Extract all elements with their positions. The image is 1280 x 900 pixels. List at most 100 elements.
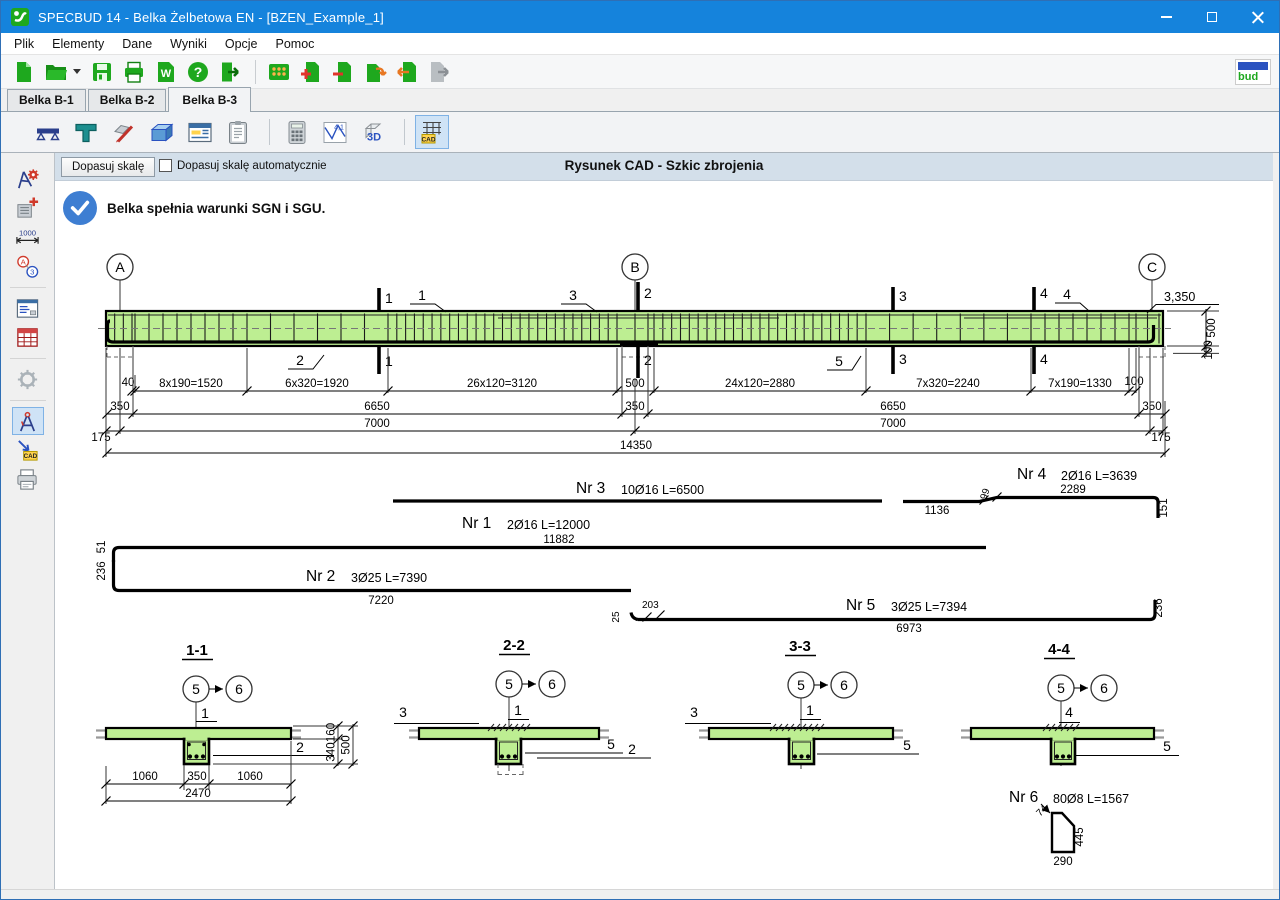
bar-number: Nr 5 — [846, 597, 875, 614]
dimensions-button[interactable]: 1000 — [12, 223, 44, 251]
specbud-logo: bud — [1235, 59, 1271, 85]
calculation-printout-button[interactable] — [280, 115, 314, 149]
bar-number: Nr 4 — [1017, 466, 1047, 483]
view-3d-button[interactable]: 3D — [356, 115, 390, 149]
status-bar — [1, 889, 1280, 900]
section-bar-ref: 5 — [1163, 738, 1171, 754]
report-button[interactable] — [221, 115, 255, 149]
print-drawing-button[interactable] — [12, 465, 44, 493]
exit-button[interactable] — [215, 57, 245, 87]
bar-spec: 3Ø25 L=7390 — [351, 571, 427, 585]
export-cad-button[interactable]: CAD — [12, 436, 44, 464]
tab-belka-b1[interactable]: Belka B-1 — [7, 89, 86, 111]
svg-text:A: A — [21, 257, 27, 266]
bar-nr1: Nr 1 2Ø16 L=12000 11882 51 236 — [96, 515, 986, 581]
steel-schedule-button[interactable] — [12, 323, 44, 351]
sketch-view-button[interactable] — [12, 407, 44, 435]
section-shape-button[interactable] — [69, 115, 103, 149]
minimize-button[interactable] — [1143, 1, 1189, 33]
copy-element-button[interactable] — [360, 57, 390, 87]
menu-elementy[interactable]: Elementy — [43, 35, 113, 53]
bar-nr6: Nr 6 80Ø8 L=1567 290 445 74 — [1009, 789, 1129, 868]
dim-label: 24x120=2880 — [725, 378, 795, 390]
add-drawing-element-button[interactable] — [12, 194, 44, 222]
drawing-options-button[interactable] — [12, 294, 44, 322]
settings-button[interactable] — [12, 365, 44, 393]
menu-opcje[interactable]: Opcje — [216, 35, 267, 53]
close-button[interactable] — [1235, 1, 1280, 33]
import-element-icon — [395, 60, 419, 84]
subtoolbar-separator — [269, 119, 270, 145]
bar-spec: 2Ø16 L=3639 — [1061, 469, 1137, 483]
bar-number: Nr 1 — [462, 515, 491, 532]
help-button[interactable]: ? — [183, 57, 213, 87]
view-header: Rysunek CAD - Szkic zbrojenia Dopasuj sk… — [55, 153, 1273, 181]
loads-3d-button[interactable] — [145, 115, 179, 149]
diagrams-button[interactable]: 4,1 — [318, 115, 352, 149]
bar-number: Nr 6 — [1009, 789, 1038, 806]
print-button[interactable] — [119, 57, 149, 87]
menu-wyniki[interactable]: Wyniki — [161, 35, 216, 53]
menu-plik[interactable]: Plik — [5, 35, 43, 53]
maximize-button[interactable] — [1189, 1, 1235, 33]
t-section-icon — [73, 119, 99, 146]
bar-spec: 80Ø8 L=1567 — [1053, 792, 1129, 806]
elements-list-button[interactable] — [264, 57, 294, 87]
export-word-button[interactable]: W — [151, 57, 181, 87]
view-3d-icon: 3D — [360, 119, 386, 146]
grid-axes: A B C — [107, 254, 1165, 310]
open-dropdown-arrow[interactable] — [73, 69, 81, 74]
bar-dim: 7220 — [368, 595, 394, 607]
section-3-3: 3-3 5 6 3 1 — [685, 638, 919, 769]
save-button[interactable] — [87, 57, 117, 87]
import-element-button[interactable] — [392, 57, 422, 87]
beam-scheme-button[interactable] — [31, 115, 65, 149]
section-bar-ref: 1 — [514, 702, 522, 718]
bar-ref-2: 2 — [296, 352, 304, 368]
section-bar-ref: 1 — [201, 705, 209, 721]
compass-gear-icon — [15, 167, 40, 192]
dim-label: 7x320=2240 — [916, 378, 980, 390]
cut-label: 4 — [1040, 351, 1048, 367]
options-form-icon — [15, 296, 40, 321]
autofit-checkbox[interactable] — [159, 159, 172, 172]
new-file-button[interactable] — [9, 57, 39, 87]
dim-label: 7x190=1330 — [1048, 378, 1112, 390]
section-bar-ref: 4 — [1065, 704, 1073, 720]
add-element-button[interactable] — [296, 57, 326, 87]
drawing-canvas[interactable]: A B C — [55, 181, 1273, 889]
tab-belka-b2[interactable]: Belka B-2 — [88, 89, 167, 111]
bar-labels-button[interactable]: A3 — [12, 252, 44, 280]
dim-label: 6650 — [364, 401, 390, 413]
section-title: 3-3 — [789, 638, 811, 655]
bar-dim: 1136 — [925, 505, 950, 517]
section-dim: 160 — [326, 723, 338, 742]
remove-element-button[interactable] — [328, 57, 358, 87]
materials-button[interactable] — [107, 115, 141, 149]
leftbar-separator-2 — [10, 358, 46, 359]
verification-status: Belka spełnia warunki SGN i SGU. — [63, 191, 325, 225]
bar-dim: 236 — [1153, 598, 1165, 617]
menu-pomoc[interactable]: Pomoc — [267, 35, 324, 53]
rebar-schedule: Nr 3 10Ø16 L=6500 Nr 4 2Ø16 L=3639 2289 … — [96, 466, 1170, 868]
cut-label: 1 — [385, 290, 393, 306]
beam-toolbar: 4,1 3D CAD — [1, 112, 1280, 153]
open-file-button[interactable] — [41, 57, 71, 87]
fit-scale-button[interactable]: Dopasuj skalę — [61, 157, 155, 177]
drawing-settings-button[interactable] — [12, 165, 44, 193]
open-folder-icon — [44, 60, 68, 84]
close-icon — [1252, 11, 1264, 23]
tab-belka-b3[interactable]: Belka B-3 — [168, 87, 251, 112]
export-element-button[interactable] — [424, 57, 454, 87]
logo-text: bud — [1238, 71, 1258, 83]
section-title: 2-2 — [503, 637, 525, 654]
menu-dane[interactable]: Dane — [113, 35, 161, 53]
bar-dim: 6973 — [896, 623, 922, 635]
results-window-button[interactable] — [183, 115, 217, 149]
section-bar-ref: 1 — [806, 702, 814, 718]
right-gap — [1273, 153, 1280, 889]
dim-label: 350 — [1142, 401, 1161, 413]
dim-label: 7000 — [364, 418, 390, 430]
bar-dim: 11882 — [543, 534, 574, 546]
cad-drawing-button[interactable]: CAD — [415, 115, 449, 149]
